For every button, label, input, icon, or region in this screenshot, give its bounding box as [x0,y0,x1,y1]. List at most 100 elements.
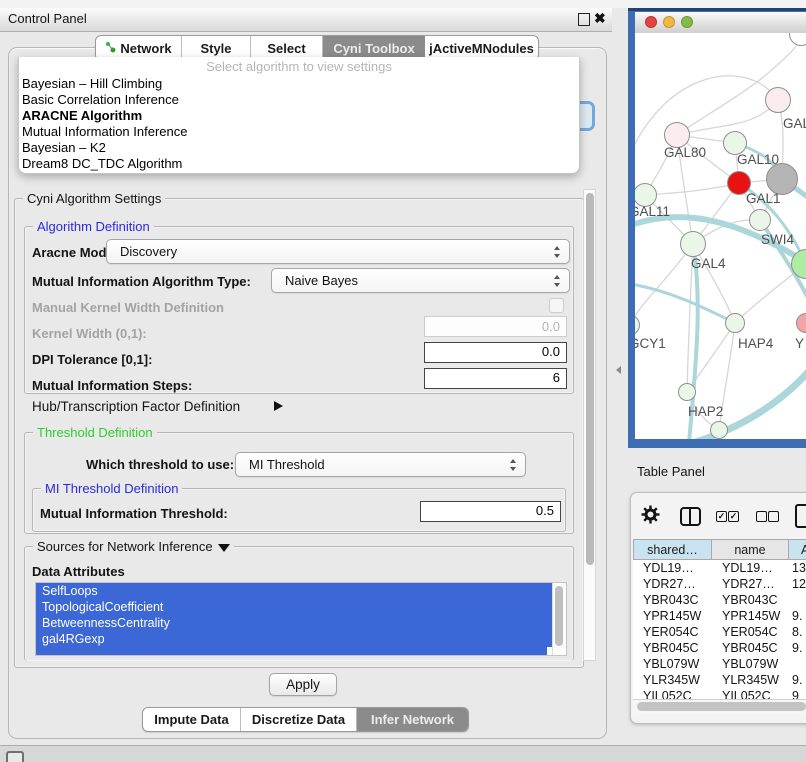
dpi-tolerance-field[interactable]: 0.0 [424,342,567,363]
checked-box-icon[interactable]: ✓ [716,511,727,522]
unchecked-box-icon[interactable] [768,511,779,522]
close-icon[interactable]: ✖ [594,10,606,27]
table-cell[interactable]: 13 [789,560,806,576]
table-horizontal-scrollbar[interactable] [633,699,806,714]
settings-scrollbar-thumb[interactable] [586,193,594,565]
column-header-shared[interactable]: shared… [633,539,712,560]
network-node[interactable] [765,87,791,113]
data-attributes-label: Data Attributes [32,564,125,579]
table-cell[interactable]: YLR345W [712,672,789,688]
network-node-label: SWI4 [761,232,794,247]
algorithm-option[interactable]: Dream8 DC_TDC Algorithm [19,156,579,172]
table-cell[interactable]: YPR145W [712,608,789,624]
table-cell[interactable]: YER054C [633,624,712,640]
collapsed-panel-icon[interactable] [6,751,24,762]
unchecked-box-icon[interactable] [756,511,767,522]
attribute-list-item[interactable]: SelfLoops [36,583,553,599]
table-cell[interactable]: 9. [789,608,806,624]
panel-divider-handle[interactable] [616,366,621,374]
table-cell[interactable]: YDR27… [633,576,712,592]
table-cell[interactable]: YER054C [712,624,789,640]
kernel-width-field[interactable]: 0.0 [424,316,567,337]
settings-group-title: Cyni Algorithm Settings [23,191,165,206]
table-cell[interactable]: YBL079W [633,656,712,672]
table-cell[interactable]: YBR043C [633,592,712,608]
table-cell[interactable] [789,656,806,672]
list-scrollbar[interactable] [552,583,566,655]
table-cell[interactable]: YBR043C [712,592,789,608]
zoom-traffic-icon[interactable] [681,16,693,28]
network-node[interactable] [749,209,771,231]
attribute-list-item[interactable]: TopologicalCoefficient [36,599,553,615]
manual-kernel-label: Manual Kernel Width Definition [32,300,224,315]
table-row[interactable]: YER054CYER054C8. [633,624,806,640]
table-scrollbar-thumb[interactable] [637,702,806,711]
table-cell[interactable]: YBR045C [633,640,712,656]
mi-type-select[interactable]: Naive Bayes [271,268,570,293]
table-cell[interactable]: YDL19… [712,560,789,576]
table-row[interactable]: YBL079WYBL079W [633,656,806,672]
network-window-titlebar[interactable] [635,12,806,34]
table-cell[interactable]: YBL079W [712,656,789,672]
table-cell[interactable]: 12 [789,576,806,592]
column-header-clipped[interactable]: A [788,539,806,560]
table-cell[interactable]: 9. [789,640,806,656]
network-view-window[interactable]: GALGAL80GAL10GAL1GAL11SWI4GAL4GCY1HAP4YH… [628,8,806,448]
table-cell[interactable]: YPR145W [633,608,712,624]
close-traffic-icon[interactable] [645,16,657,28]
checked-box-icon[interactable]: ✓ [728,511,739,522]
table-cell[interactable]: 9. [789,672,806,688]
table-row[interactable]: YLR345WYLR345W9. [633,672,806,688]
column-header-name[interactable]: name [711,539,789,560]
algorithm-option[interactable]: Mutual Information Inference [19,124,579,140]
network-node-label: HAP4 [738,336,773,351]
network-node[interactable] [710,421,728,439]
table-row[interactable]: YPR145WYPR145W9. [633,608,806,624]
bottom-tab-bar: Impute Data Discretize Data Infer Networ… [142,707,469,732]
data-attributes-list[interactable]: SelfLoopsTopologicalCoefficientBetweenne… [35,582,567,656]
algorithm-option[interactable]: ARACNE Algorithm [19,108,579,124]
table-row[interactable]: YDR27…YDR27…12 [633,576,806,592]
list-scrollbar-thumb[interactable] [555,586,563,646]
tab-discretize-data[interactable]: Discretize Data [241,708,357,731]
table-rows: YDL19…YDL19…13YDR27…YDR27…12YBR043CYBR04… [633,560,806,700]
which-threshold-select[interactable]: MI Threshold [235,452,526,477]
table-row[interactable]: YBR045CYBR045C9. [633,640,806,656]
page-icon[interactable] [795,504,806,528]
attribute-list-item[interactable]: gal4RGexp [36,631,553,647]
table-cell[interactable]: 8. [789,624,806,640]
algorithm-option[interactable]: Basic Correlation Inference [19,92,579,108]
tab-infer-network[interactable]: Infer Network [357,708,468,731]
mi-threshold-field[interactable]: 0.5 [420,501,561,522]
split-columns-icon[interactable] [680,507,701,526]
aracne-mode-select[interactable]: Discovery [106,239,570,264]
table-cell[interactable]: YDR27… [712,576,789,592]
table-cell[interactable]: YDL19… [633,560,712,576]
network-node[interactable] [680,231,706,257]
network-node[interactable] [725,313,745,333]
network-node-label: GAL80 [664,145,706,160]
mi-steps-field[interactable]: 6 [424,368,567,389]
network-canvas[interactable]: GALGAL80GAL10GAL1GAL11SWI4GAL4GCY1HAP4YH… [635,33,806,439]
manual-kernel-checkbox[interactable] [549,298,564,313]
table-row[interactable]: YDL19…YDL19…13 [633,560,806,576]
table-cell[interactable]: YBR045C [712,640,789,656]
expand-right-icon[interactable] [274,401,283,411]
dpi-tolerance-label: DPI Tolerance [0,1]: [32,352,152,367]
settings-scrollbar[interactable] [583,189,596,661]
table-cell[interactable]: YLR345W [633,672,712,688]
minimize-traffic-icon[interactable] [663,16,675,28]
tab-impute-data[interactable]: Impute Data [143,708,241,731]
attribute-list-item-clipped[interactable] [36,647,547,656]
table-cell[interactable] [789,592,806,608]
gear-icon[interactable] [641,505,660,527]
table-row[interactable]: YBR043CYBR043C [633,592,806,608]
apply-button[interactable]: Apply [269,673,337,696]
attribute-list-item[interactable]: BetweennessCentrality [36,615,553,631]
network-node[interactable] [678,383,696,401]
hub-definition-label[interactable]: Hub/Transcription Factor Definition [32,399,240,414]
algorithm-option[interactable]: Bayesian – Hill Climbing [19,76,579,92]
algorithm-option[interactable]: Bayesian – K2 [19,140,579,156]
float-window-icon[interactable] [578,13,590,26]
sources-group-title[interactable]: Sources for Network Inference [33,539,234,554]
